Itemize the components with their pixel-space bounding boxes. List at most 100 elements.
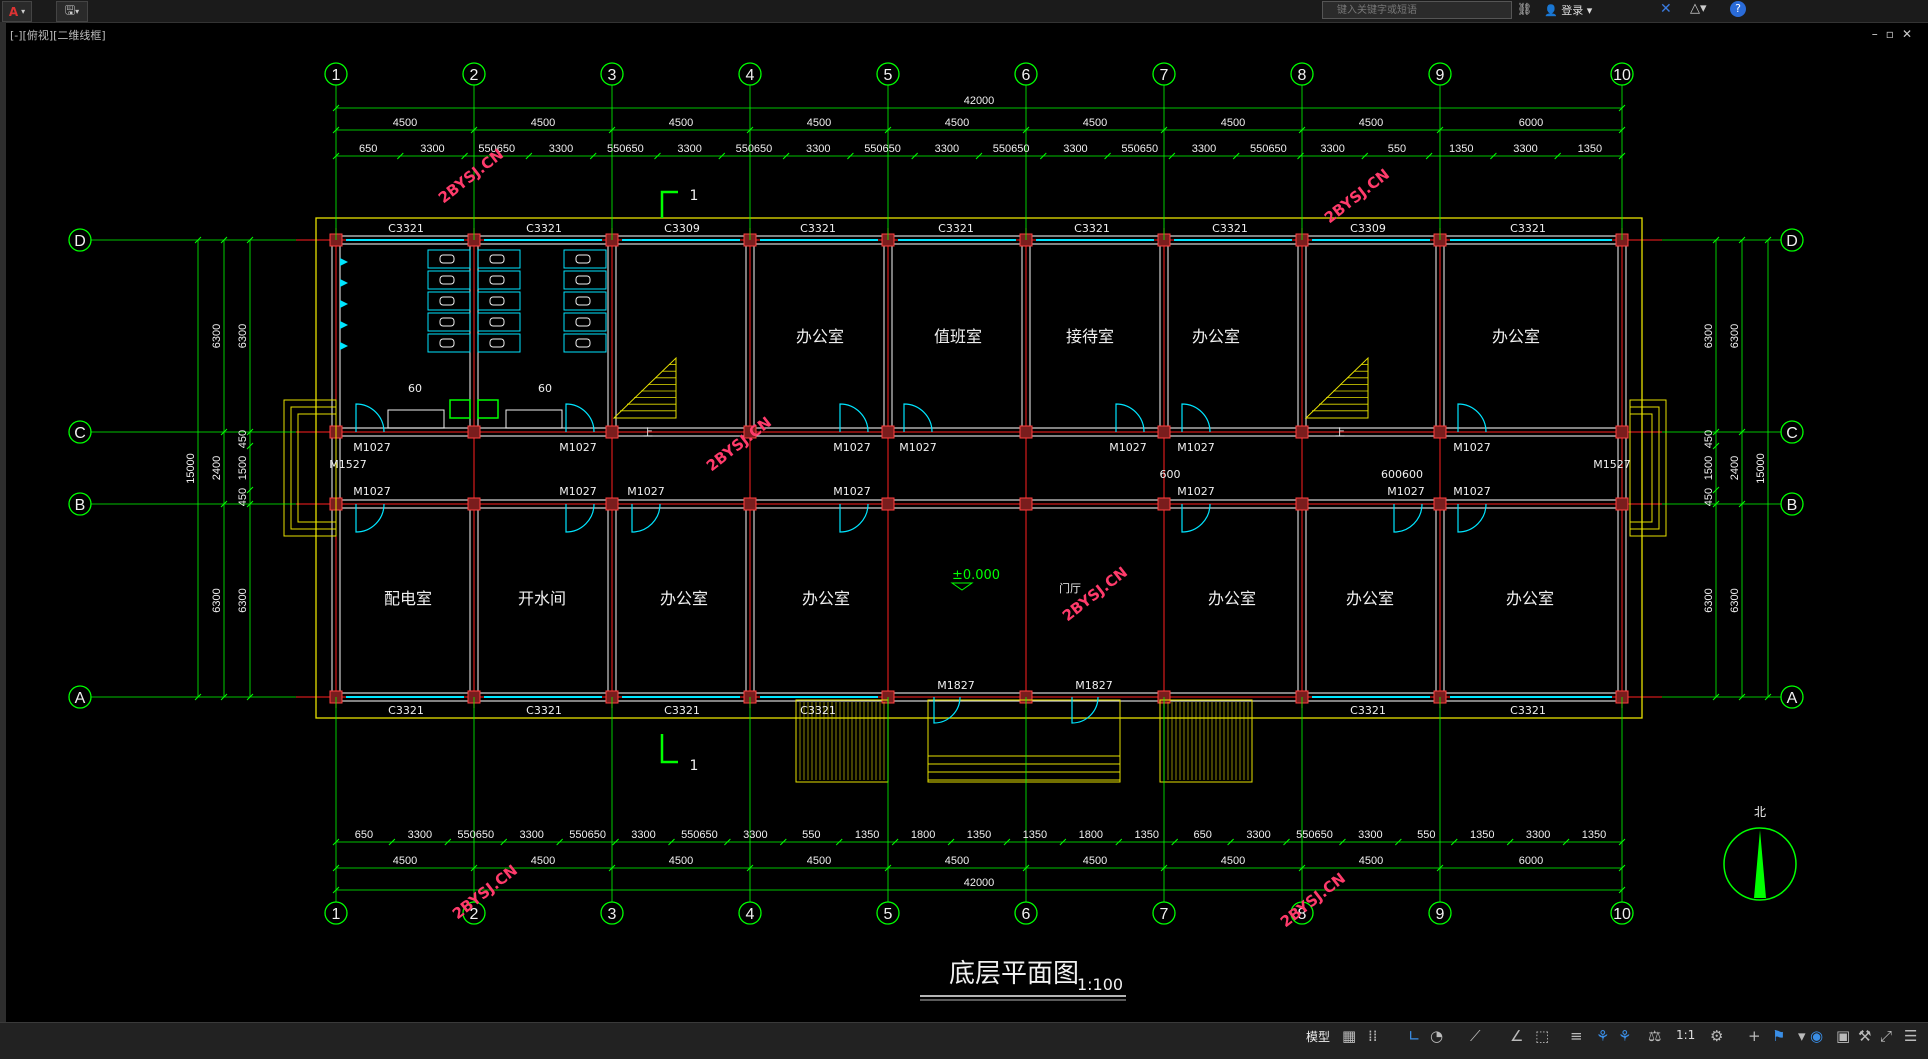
room-label-north: 办公室 — [1492, 327, 1540, 346]
axis-label: A — [75, 690, 86, 707]
auto-scale-icon[interactable]: ⚘ — [1618, 1027, 1631, 1045]
axis-label: 7 — [1160, 906, 1169, 923]
lineweight-icon[interactable]: ≡ — [1570, 1027, 1583, 1045]
window-label-top: C3321 — [1212, 222, 1248, 235]
axis-label: 3 — [608, 906, 617, 923]
room-label-north: 办公室 — [796, 327, 844, 346]
bay-dim-top-text: 4500 — [393, 117, 417, 129]
door-label: M1027 — [1453, 441, 1491, 454]
fine-dim-top-text: 3300 — [1513, 143, 1537, 155]
bay-dim-top-text: 4500 — [1221, 117, 1245, 129]
axis-label: 6 — [1022, 67, 1031, 84]
room-label-south: 办公室 — [1208, 589, 1256, 608]
stair-up-label: 上 — [1335, 427, 1345, 439]
drawing-canvas[interactable]: 1122334455667788991010D DC CB BA A 420004500… — [0, 22, 1928, 1022]
axis-label: 4 — [746, 906, 755, 923]
door-label: M1027 — [627, 485, 665, 498]
mop-sink — [477, 399, 499, 419]
polar-icon[interactable]: ◔ — [1430, 1027, 1443, 1045]
door-label: M1027 — [1177, 441, 1215, 454]
toilet-bowl — [575, 296, 591, 306]
column — [881, 425, 895, 439]
isolate-icon[interactable]: ⚑ — [1772, 1027, 1785, 1045]
bay-dim-bottom-text: 4500 — [531, 855, 555, 867]
door-label: M1027 — [899, 441, 937, 454]
toilet-stall — [563, 291, 607, 311]
axis-label: 5 — [884, 906, 893, 923]
sink — [505, 409, 563, 429]
right-fine-text: 6300 — [1703, 588, 1715, 612]
hardware-accel-icon[interactable]: ▾ — [1798, 1027, 1806, 1045]
toilet-stall — [477, 249, 521, 269]
user-icon: 👤 — [1544, 4, 1558, 17]
outer-outline — [315, 217, 1643, 719]
model-tab[interactable]: 模型 — [1306, 1028, 1330, 1045]
search-input[interactable]: 键入关键字或短语 — [1322, 1, 1512, 19]
toilet-bowl — [575, 275, 591, 285]
bay-dim-bottom-text: 4500 — [669, 855, 693, 867]
fine-dim-bottom-text: 550650 — [681, 829, 718, 841]
fine-dim-top-text: 3300 — [1192, 143, 1216, 155]
axis-label: 6 — [1022, 906, 1031, 923]
workspace-gear-icon[interactable]: ⚙ — [1710, 1027, 1723, 1045]
column — [605, 425, 619, 439]
fine-dim-top-text: 550650 — [1250, 143, 1287, 155]
fine-dim-bottom-text: 1800 — [911, 829, 935, 841]
a360-icon[interactable]: △▾ — [1690, 1, 1707, 16]
plus-icon[interactable]: + — [1748, 1027, 1761, 1045]
axis-label: B — [1787, 497, 1798, 514]
door-label: M1527 — [329, 458, 367, 471]
axis-label: C — [74, 425, 86, 442]
left-fine-text: 6300 — [237, 324, 249, 348]
fine-dim-bottom-text: 550650 — [1296, 829, 1333, 841]
left-total-text: 15000 — [185, 453, 197, 484]
fullscreen-icon[interactable]: ⤢ — [1880, 1027, 1892, 1045]
drawing-scale: 1:100 — [1077, 975, 1123, 994]
left-bays-text: 6300 — [211, 324, 223, 348]
toilet-bowl — [439, 338, 455, 348]
door-label: M1827 — [1075, 679, 1113, 692]
properties-icon[interactable]: ▣ — [1836, 1027, 1850, 1045]
room-label-south: 办公室 — [1506, 589, 1554, 608]
scale-selector[interactable]: 1:1 — [1676, 1028, 1695, 1042]
snap-icon[interactable]: ⁞⁞ — [1368, 1027, 1378, 1045]
left-fine-text: 450 — [237, 430, 249, 448]
room-label-south: 办公室 — [660, 589, 708, 608]
annotation-visibility-icon[interactable]: ⚘ — [1596, 1027, 1609, 1045]
toilet-stall — [427, 270, 471, 290]
section-mark-bottom — [660, 734, 678, 764]
clean-screen-icon[interactable]: ◉ — [1810, 1027, 1823, 1045]
login-button[interactable]: 👤 登录 ▾ — [1544, 2, 1592, 18]
help-icon[interactable]: ? — [1730, 1, 1746, 17]
right-fine-text: 450 — [1703, 430, 1715, 448]
dyn-icon[interactable]: ⬚ — [1535, 1027, 1549, 1045]
toilet-stall — [427, 312, 471, 332]
bay-dim-top-text: 4500 — [531, 117, 555, 129]
application-menu-button[interactable]: A ▾ — [2, 1, 32, 22]
drawing-title: 底层平面图 — [949, 959, 1079, 989]
bay-dim-bottom-text: 6000 — [1519, 855, 1543, 867]
osnap-icon[interactable]: ⟋ — [1470, 1027, 1481, 1045]
bay-dim-top-text: 4500 — [807, 117, 831, 129]
window-label-bottom: C3321 — [388, 704, 424, 717]
grid-icon[interactable]: ▦ — [1342, 1027, 1356, 1045]
axis-label: 5 — [884, 67, 893, 84]
annotation-scale-icon[interactable]: ⚖ — [1648, 1027, 1661, 1045]
fine-dim-top-text: 3300 — [1063, 143, 1087, 155]
otrack-icon[interactable]: ∠ — [1510, 1027, 1523, 1045]
axis-label: 9 — [1436, 67, 1445, 84]
quick-access-save-button[interactable]: 🖫 ▾ — [56, 1, 88, 22]
fine-dim-top-text: 3300 — [935, 143, 959, 155]
tool-icon[interactable]: ⚒ — [1858, 1027, 1871, 1045]
column — [881, 497, 895, 511]
customize-icon[interactable]: ☰ — [1904, 1027, 1917, 1045]
fine-dim-top-text: 550650 — [1121, 143, 1158, 155]
door-label: M1027 — [353, 441, 391, 454]
binoculars-icon[interactable]: ⛓ — [1517, 2, 1532, 16]
room-label-north: 值班室 — [934, 327, 982, 346]
exchange-icon[interactable]: ✕ — [1660, 1, 1672, 17]
ortho-icon[interactable]: ∟ — [1408, 1027, 1421, 1045]
fine-dim-top-text: 3300 — [806, 143, 830, 155]
column — [1019, 425, 1033, 439]
axis-label: 7 — [1160, 67, 1169, 84]
